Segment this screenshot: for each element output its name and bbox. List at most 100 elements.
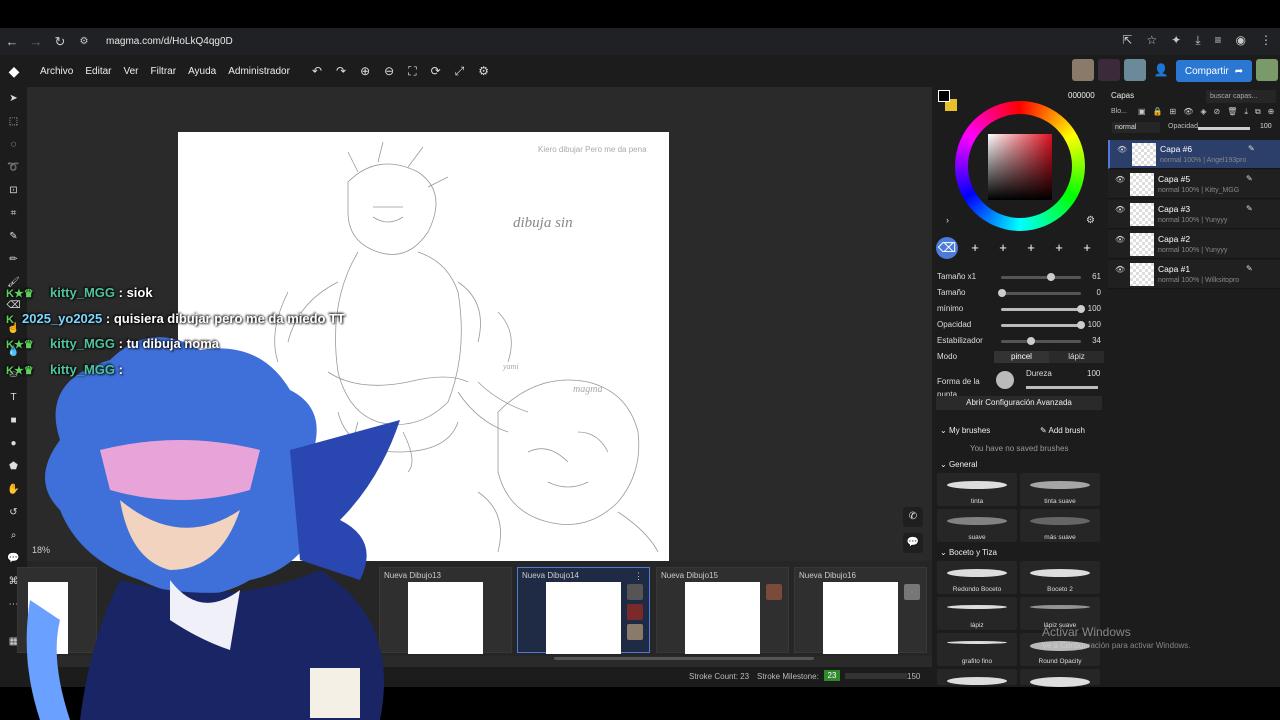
visibility-icon[interactable]: 👁	[1183, 107, 1193, 117]
delete-icon[interactable]: 🗑	[1227, 107, 1237, 117]
brush-preset[interactable]: más suave	[1020, 509, 1100, 542]
visibility-icon[interactable]: 👁	[1115, 265, 1125, 274]
erase-icon[interactable]: ◈	[1200, 107, 1206, 117]
extensions-icon[interactable]: ✦	[1171, 33, 1181, 48]
crop-icon[interactable]: ⌗	[7, 206, 21, 222]
size-slider[interactable]	[998, 289, 1081, 297]
tabs-scrollbar[interactable]	[554, 657, 814, 660]
redo-icon[interactable]: ↷	[336, 64, 346, 79]
menu-archivo[interactable]: Archivo	[40, 66, 73, 77]
brush-slot[interactable]: +	[992, 237, 1014, 259]
drawing-tab[interactable]: Nueva Dibujo16	[794, 567, 927, 654]
settings-icon[interactable]: ⚙	[478, 64, 489, 79]
visibility-icon[interactable]: 👁	[1115, 175, 1125, 184]
install-icon[interactable]: ⇱	[1122, 33, 1132, 48]
share-button[interactable]: Compartir ➦	[1176, 60, 1252, 82]
download-icon[interactable]: ⤓	[1195, 33, 1200, 48]
chat-button[interactable]: 💬	[903, 533, 923, 553]
more-options-icon[interactable]: ⋮	[634, 571, 643, 582]
brush-preset[interactable]: tinta suave	[1020, 473, 1100, 506]
user-avatar[interactable]	[1124, 59, 1146, 81]
site-info-icon[interactable]: ⚙	[72, 36, 96, 47]
layer-lock-icon[interactable]: ▣	[1138, 107, 1146, 117]
opacity-slider[interactable]	[1001, 321, 1085, 329]
min-slider[interactable]	[1001, 305, 1085, 313]
duplicate-icon[interactable]: ⧉	[1255, 107, 1261, 117]
magma-logo-icon[interactable]: ◆	[0, 63, 28, 80]
undo-icon[interactable]: ↶	[312, 64, 322, 79]
lasso-icon[interactable]: ➰	[7, 160, 21, 176]
brush-slot[interactable]: +	[1020, 237, 1042, 259]
fit-icon[interactable]: ⛶	[408, 64, 416, 79]
category-general[interactable]: ⌄ General	[940, 460, 977, 469]
size-x1-slider[interactable]	[1001, 273, 1081, 281]
visibility-icon[interactable]: 👁	[1115, 205, 1125, 214]
eyedropper-icon[interactable]: ✎	[7, 229, 21, 245]
browser-menu-icon[interactable]: ⋮	[1260, 33, 1272, 48]
slider-knob[interactable]	[998, 289, 1006, 297]
rotate-icon[interactable]: ⟳	[431, 64, 441, 79]
visibility-icon[interactable]: 👁	[1117, 145, 1127, 154]
primary-color-swatch[interactable]	[938, 90, 950, 102]
my-brushes-header[interactable]: ⌄ My brushes	[940, 426, 990, 435]
layer-search-input[interactable]: buscar capas...	[1206, 90, 1276, 103]
menu-editar[interactable]: Editar	[85, 66, 111, 77]
brush-slot[interactable]: +	[1048, 237, 1070, 259]
profile-icon[interactable]: ◉	[1236, 33, 1246, 48]
saturation-value-square[interactable]	[988, 134, 1052, 200]
mode-pincel-tab[interactable]: pincel	[994, 351, 1049, 363]
slider-knob[interactable]	[1047, 273, 1055, 281]
hardness-slider[interactable]	[1026, 386, 1098, 389]
edit-icon[interactable]: ✎	[1246, 264, 1253, 273]
user-avatar[interactable]	[1072, 59, 1094, 81]
brush-slot[interactable]: +	[1076, 237, 1098, 259]
tip-shape-preview[interactable]	[996, 371, 1014, 389]
lock-move-icon[interactable]: ⊞	[1170, 107, 1177, 117]
hex-value[interactable]: 000000	[1068, 91, 1095, 100]
drawing-tab-active[interactable]: Nueva Dibujo14 ⋮	[517, 567, 650, 654]
blend-mode-select[interactable]: normal	[1112, 122, 1160, 133]
select-rect-icon[interactable]: ⬚	[7, 114, 21, 130]
layer-opacity-slider[interactable]	[1198, 127, 1250, 130]
stabilizer-slider[interactable]	[1001, 337, 1081, 345]
brush-preset[interactable]: lápiz	[937, 597, 1017, 630]
media-icon[interactable]: ≡	[1215, 33, 1222, 48]
forward-icon[interactable]: →	[24, 34, 48, 49]
zoom-in-icon[interactable]: ⊕	[360, 64, 370, 79]
layer-row[interactable]: 👁 Capa #5 normal 100% | Kitty_MGG ✎	[1108, 170, 1280, 199]
category-boceto[interactable]: ⌄ Boceto y Tiza	[940, 548, 997, 557]
layer-row[interactable]: 👁 Capa #3 normal 100% | Yunyyy ✎	[1108, 200, 1280, 229]
fullscreen-icon[interactable]: ⤢	[455, 64, 465, 79]
advanced-settings-button[interactable]: Abrir Configuración Avanzada	[936, 396, 1102, 410]
brush-slot[interactable]: +	[964, 237, 986, 259]
color-settings-icon[interactable]: ⚙	[1086, 215, 1095, 226]
select-ellipse-icon[interactable]: ◌	[7, 137, 21, 153]
mode-lapiz-tab[interactable]: lápiz	[1049, 351, 1104, 363]
layer-row[interactable]: 👁 Capa #2 normal 100% | Yunyyy	[1108, 230, 1280, 259]
hue-wheel[interactable]	[955, 101, 1085, 231]
reload-icon[interactable]: ↻	[48, 34, 72, 50]
clear-icon[interactable]: ⊘	[1214, 107, 1221, 117]
zoom-out-icon[interactable]: ⊖	[384, 64, 394, 79]
transform-icon[interactable]: ⊡	[7, 183, 21, 199]
add-brush-button[interactable]: ✎ Add brush	[1040, 426, 1085, 435]
edit-icon[interactable]: ✎	[1248, 144, 1255, 153]
add-layer-icon[interactable]: ⊕	[1268, 107, 1275, 117]
pencil-icon[interactable]: ✏	[7, 252, 21, 268]
brush-preset[interactable]	[1020, 669, 1100, 687]
url-text[interactable]: magma.com/d/HoLkQ4qg0D	[106, 36, 233, 47]
menu-filtrar[interactable]: Filtrar	[151, 66, 177, 77]
slider-knob[interactable]	[1077, 305, 1085, 313]
add-user-icon[interactable]: 👤	[1150, 59, 1172, 81]
back-icon[interactable]: ←	[0, 34, 24, 49]
layer-row[interactable]: 👁 Capa #6 normal 100% | Angel193pro ✎	[1108, 140, 1280, 169]
edit-icon[interactable]: ✎	[1246, 204, 1253, 213]
brush-preset[interactable]	[937, 669, 1017, 685]
layer-row[interactable]: 👁 Capa #1 normal 100% | Wilksitopro ✎	[1108, 260, 1280, 289]
edit-icon[interactable]: ✎	[1246, 174, 1253, 183]
slider-knob[interactable]	[1027, 337, 1035, 345]
brush-preset[interactable]: suave	[937, 509, 1017, 542]
bookmark-star-icon[interactable]: ☆	[1146, 33, 1157, 48]
menu-ayuda[interactable]: Ayuda	[188, 66, 216, 77]
eraser-slot-icon[interactable]: ⌫	[936, 237, 958, 259]
